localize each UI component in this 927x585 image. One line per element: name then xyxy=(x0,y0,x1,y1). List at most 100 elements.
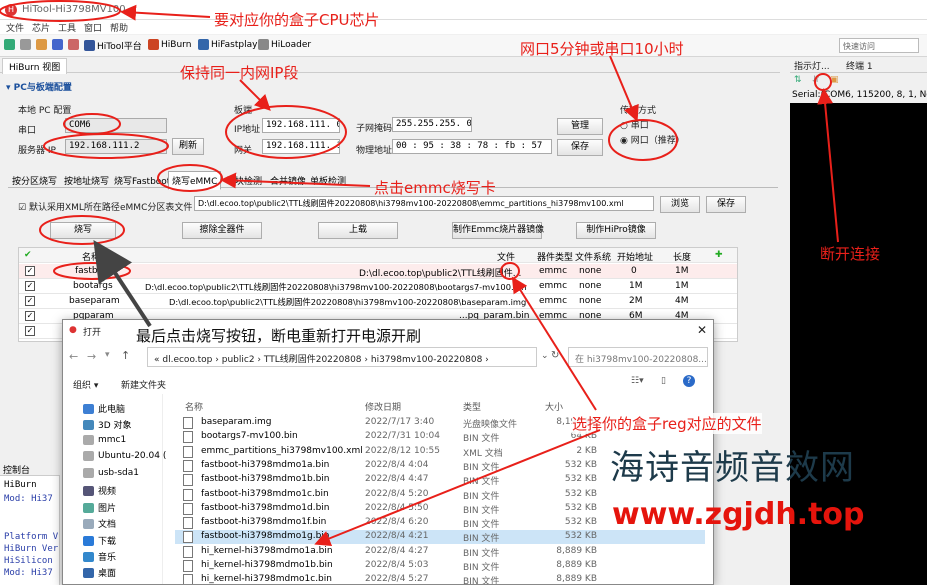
tab-address[interactable]: 按地址烧写 xyxy=(64,174,109,187)
reload-icon[interactable]: ↻ xyxy=(551,350,559,361)
tab-emmc[interactable]: 烧写eMMC xyxy=(168,171,222,190)
col-name[interactable]: 名称 xyxy=(185,400,203,413)
nav-item-downloads[interactable]: 下载 xyxy=(83,534,116,547)
tab-terminal-1[interactable]: 终端 1 xyxy=(846,59,873,72)
tab-fastboot[interactable]: 烧写Fastboot xyxy=(114,174,170,187)
menu-window[interactable]: 窗口 xyxy=(84,21,102,34)
menu-chip[interactable]: 芯片 xyxy=(32,21,50,34)
disconnect-icon[interactable] xyxy=(20,39,31,50)
platform-button[interactable]: HiTool平台 xyxy=(84,39,142,52)
hiburn-view-tab[interactable]: HiBurn 视图 xyxy=(2,58,68,74)
settings-icon[interactable]: ▣ xyxy=(830,75,839,85)
xml-path-field[interactable]: D:\dl.ecoo.top\public2\TTL线刷固件20220808\h… xyxy=(194,196,654,211)
mac-field[interactable]: 00 : 95 : 38 : 78 : fb : 57 xyxy=(392,139,552,154)
upload-button[interactable]: 上载 xyxy=(318,222,398,239)
ip-field[interactable]: 192.168.111. 0 xyxy=(262,118,340,133)
new-folder-button[interactable]: 新建文件夹 xyxy=(121,378,166,391)
menu-file[interactable]: 文件 xyxy=(6,21,24,34)
file-icon xyxy=(183,574,193,584)
make-emmc-image-button[interactable]: 制作Emmc烧片器镜像 xyxy=(452,222,544,239)
nav-item-pictures[interactable]: 图片 xyxy=(83,501,116,514)
annotation-disconnect: 断开连接 xyxy=(820,245,881,263)
nav-item-music[interactable]: 音乐 xyxy=(83,550,116,563)
server-ip-label: 服务器 IP xyxy=(18,146,56,156)
file-row[interactable]: hi_kernel-hi3798mdmo1c.bin 2022/8/4 5:27 B… xyxy=(175,573,705,584)
nav-item-desktop[interactable]: 桌面 xyxy=(83,566,116,579)
preview-pane-icon[interactable]: ▯ xyxy=(661,376,666,386)
tab-board-check[interactable]: 单板检测 xyxy=(310,174,346,187)
nav-item-mmc1[interactable]: mmc1 xyxy=(83,435,126,445)
row-checkbox[interactable]: ✓ xyxy=(25,266,35,276)
nav-item-ubuntu[interactable]: Ubuntu-20.04 ( xyxy=(83,451,166,461)
view-icon[interactable]: ☷▾ xyxy=(631,376,644,386)
tab-indicator[interactable]: 指示灯... xyxy=(794,59,830,72)
hiloader-button[interactable]: HiLoader xyxy=(258,39,311,50)
dialog-search-input[interactable]: 在 hi3798mv100-20220808... xyxy=(568,347,708,367)
serial-select[interactable]: COM6 xyxy=(65,118,167,133)
gateway-field[interactable]: 192.168.111. 1 xyxy=(262,139,340,154)
hiburn-button[interactable]: HiBurn xyxy=(148,39,191,50)
new-icon[interactable] xyxy=(36,39,47,50)
table-row[interactable]: ✓ fastboot D:\dl.ecoo.top\public2\TTL线刷固… xyxy=(19,264,737,279)
nav-item-3d[interactable]: 3D 对象 xyxy=(83,418,132,431)
row-checkbox[interactable]: ✓ xyxy=(25,296,35,306)
organize-menu[interactable]: 组织 ▾ xyxy=(73,378,98,391)
check-all-icon[interactable]: ✔ xyxy=(24,250,32,260)
server-ip-select[interactable]: 192.168.111.2 xyxy=(65,139,167,154)
net-radio[interactable]: ◉ 网口（推荐） xyxy=(620,133,685,146)
breadcrumb[interactable]: dl.ecoo.top xyxy=(162,355,212,365)
row-checkbox[interactable]: ✓ xyxy=(25,281,35,291)
file-row[interactable]: hi_kernel-hi3798mdmo1b.bin 2022/8/4 5:03 B… xyxy=(175,559,705,573)
refresh-icon[interactable] xyxy=(68,39,79,50)
col-type[interactable]: 类型 xyxy=(463,400,481,413)
nav-item-usb[interactable]: usb-sda1 xyxy=(83,468,139,478)
col-date[interactable]: 修改日期 xyxy=(365,400,401,413)
table-row[interactable]: ✓ bootargs D:\dl.ecoo.top\public2\TTL线刷固… xyxy=(19,279,737,294)
breadcrumb[interactable]: TTL线刷固件20220808 xyxy=(264,355,362,365)
address-bar[interactable]: « dl.ecoo.top › public2 › TTL线刷固件2022080… xyxy=(147,347,537,367)
menu-help[interactable]: 帮助 xyxy=(110,21,128,34)
up-icon[interactable]: ↑ xyxy=(121,349,130,362)
add-row-icon[interactable]: ✚ xyxy=(715,250,723,260)
row-checkbox[interactable]: ✓ xyxy=(25,326,35,336)
col-size[interactable]: 大小 xyxy=(545,400,563,413)
table-row[interactable]: ✓ baseparam D:\dl.ecoo.top\public2\TTL线刷… xyxy=(19,294,737,309)
mask-field[interactable]: 255.255.255. 0 xyxy=(392,117,472,132)
help-icon[interactable]: ? xyxy=(683,375,695,387)
nav-item-documents[interactable]: 文档 xyxy=(83,517,116,530)
forward-icon[interactable]: → xyxy=(87,350,96,363)
make-hipro-image-button[interactable]: 制作HiPro镜像 xyxy=(576,222,656,239)
row-checkbox[interactable]: ✓ xyxy=(25,311,35,321)
hifastplay-button[interactable]: HiFastplay xyxy=(198,39,257,50)
tab-partition[interactable]: 按分区烧写 xyxy=(12,174,57,187)
nav-item-videos[interactable]: 视频 xyxy=(83,484,116,497)
save-icon[interactable] xyxy=(52,39,63,50)
back-icon[interactable]: ← xyxy=(69,350,78,363)
close-icon[interactable]: ✕ xyxy=(697,323,707,337)
menu-tools[interactable]: 工具 xyxy=(58,21,76,34)
tab-merge[interactable]: 合并镜像 xyxy=(270,174,306,187)
chevron-down-icon[interactable]: ⌄ xyxy=(541,351,549,361)
browse-button[interactable]: 浏览 xyxy=(660,196,700,213)
breadcrumb[interactable]: hi3798mv100-20220808 xyxy=(371,355,482,365)
save-xml-button[interactable]: 保存 xyxy=(706,196,746,213)
connect-icon[interactable]: ⇅ xyxy=(794,75,802,85)
breadcrumb[interactable]: public2 xyxy=(222,355,255,365)
save-config-button[interactable]: 保存 xyxy=(557,139,603,156)
disconnect-icon[interactable]: ⇵ xyxy=(812,75,820,85)
nav-item-this-pc[interactable]: 此电脑 xyxy=(83,402,125,415)
burn-button[interactable]: 烧写 xyxy=(50,222,116,239)
connect-icon[interactable] xyxy=(4,39,15,50)
recent-icon[interactable]: ▾ xyxy=(105,350,110,360)
serial-radio[interactable]: ○ 串口 xyxy=(620,118,649,131)
quick-access-input[interactable]: 快速访问 xyxy=(839,38,919,53)
erase-all-button[interactable]: 擦除全器件 xyxy=(182,222,262,239)
file-row[interactable]: fastboot-hi3798mdmo1g.bin 2022/8/4 4:21 BI… xyxy=(175,530,705,545)
collapse-icon[interactable]: ▾ xyxy=(6,83,14,93)
console-line: HiBurn xyxy=(4,480,37,490)
refresh-button[interactable]: 刷新 xyxy=(172,138,204,155)
file-row[interactable]: hi_kernel-hi3798mdmo1a.bin 2022/8/4 4:27 B… xyxy=(175,545,705,559)
manage-button[interactable]: 管理 xyxy=(557,118,603,135)
tab-badblock[interactable]: 坏块检测 xyxy=(226,174,262,187)
use-xml-checkbox[interactable]: ☑ 默认采用XML所在路径 xyxy=(18,200,120,213)
